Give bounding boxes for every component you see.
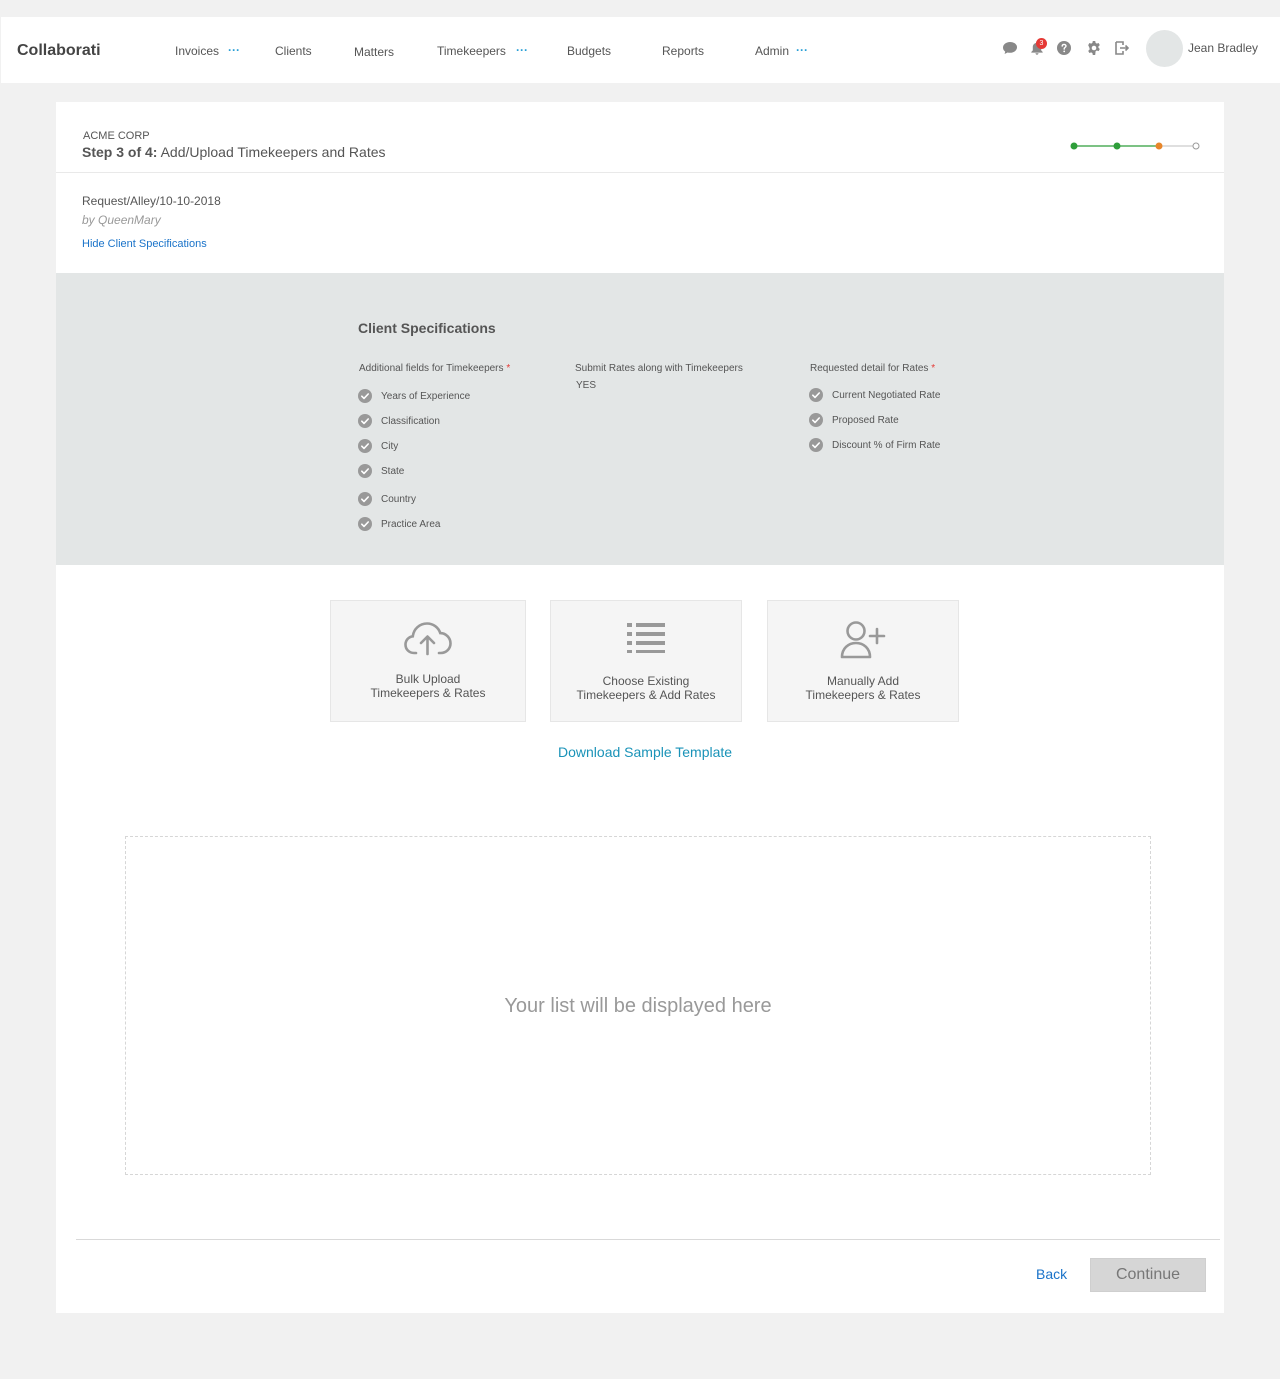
check-icon (358, 414, 372, 428)
choose-existing-tile[interactable]: Choose Existing Timekeepers & Add Rates (550, 600, 742, 722)
nav-reports[interactable]: Reports (662, 44, 704, 58)
request-id: Request/Alley/10-10-2018 (82, 194, 221, 208)
additional-field-item: Classification (358, 414, 440, 428)
check-icon (358, 439, 372, 453)
rate-detail-heading: Requested detail for Rates * (810, 363, 935, 374)
download-template-link[interactable]: Download Sample Template (558, 744, 732, 760)
additional-field-label: Years of Experience (381, 390, 471, 402)
additional-field-item: City (358, 439, 398, 453)
rate-detail-label: Discount % of Firm Rate (832, 439, 941, 451)
header-divider (56, 172, 1224, 173)
avatar[interactable] (1146, 30, 1183, 67)
continue-button[interactable]: Continue (1090, 1258, 1206, 1292)
progress-step-2 (1113, 142, 1121, 150)
manual-add-label-line1: Manually Add (826, 674, 900, 688)
user-plus-icon (840, 621, 886, 659)
rate-detail-item: Discount % of Firm Rate (809, 438, 940, 452)
help-icon[interactable] (1056, 40, 1072, 56)
page-title: Step 3 of 4: Add/Upload Timekeepers and … (82, 144, 386, 160)
check-icon (358, 389, 372, 403)
top-navbar: Collaborati Invoices ··· Clients Matters… (1, 17, 1280, 83)
additional-field-item: State (358, 464, 404, 478)
back-button[interactable]: Back (1036, 1266, 1067, 1282)
nav-timekeepers-more-icon[interactable]: ··· (516, 43, 528, 57)
nav-clients[interactable]: Clients (275, 44, 312, 58)
footer-divider (76, 1239, 1220, 1240)
rate-detail-heading-text: Requested detail for Rates (810, 363, 929, 374)
check-icon (358, 492, 372, 506)
additional-field-item: Years of Experience (358, 389, 470, 403)
nav-admin-more-icon[interactable]: ··· (796, 43, 808, 57)
request-author: by QueenMary (82, 213, 161, 227)
main-card: ACME CORP Step 3 of 4: Add/Upload Timeke… (56, 102, 1224, 1313)
list-placeholder: Your list will be displayed here (504, 995, 772, 1017)
logout-icon[interactable] (1114, 40, 1130, 56)
bulk-upload-label-line1: Bulk Upload (395, 672, 461, 686)
nav-admin[interactable]: Admin (755, 44, 789, 58)
step-progress (1070, 142, 1200, 150)
bulk-upload-label-line2: Timekeepers & Rates (370, 686, 486, 700)
progress-step-4 (1192, 142, 1200, 150)
client-name: ACME CORP (83, 130, 150, 142)
manual-add-label-line2: Timekeepers & Rates (805, 688, 921, 702)
rate-detail-item: Proposed Rate (809, 413, 899, 427)
submit-rates-value: YES (576, 380, 597, 391)
additional-field-label: State (381, 465, 405, 477)
additional-field-label: Classification (381, 415, 440, 427)
additional-fields-heading-text: Additional fields for Timekeepers (359, 363, 504, 374)
specs-title: Client Specifications (358, 320, 496, 336)
choose-existing-label-line2: Timekeepers & Add Rates (576, 688, 716, 702)
additional-field-label: Practice Area (381, 518, 441, 530)
user-name[interactable]: Jean Bradley (1188, 41, 1258, 55)
nav-matters[interactable]: Matters (354, 45, 394, 59)
choose-existing-label-line1: Choose Existing (602, 674, 690, 688)
progress-step-3 (1155, 142, 1163, 150)
nav-budgets[interactable]: Budgets (567, 44, 611, 58)
step-name: Add/Upload Timekeepers and Rates (160, 144, 386, 160)
list-icon (627, 623, 665, 653)
gear-icon[interactable] (1086, 40, 1102, 56)
progress-step-1 (1070, 142, 1078, 150)
nav-invoices-more-icon[interactable]: ··· (228, 43, 240, 57)
check-icon (809, 413, 823, 427)
additional-field-label: City (381, 440, 399, 452)
check-icon (358, 464, 372, 478)
rate-detail-label: Current Negotiated Rate (832, 389, 941, 401)
bulk-upload-tile[interactable]: Bulk Upload Timekeepers & Rates (330, 600, 526, 722)
rate-detail-item: Current Negotiated Rate (809, 388, 940, 402)
list-dropzone: Your list will be displayed here (125, 836, 1151, 1175)
nav-invoices[interactable]: Invoices (175, 44, 219, 58)
additional-field-item: Country (358, 492, 416, 506)
manual-add-tile[interactable]: Manually Add Timekeepers & Rates (767, 600, 959, 722)
required-marker: * (931, 363, 936, 374)
additional-field-item: Practice Area (358, 517, 440, 531)
choose-existing-label: Choose Existing Timekeepers & Add Rates (551, 674, 741, 702)
hide-specs-link[interactable]: Hide Client Specifications (82, 238, 207, 250)
notification-badge: 3 (1036, 38, 1047, 49)
client-specifications-panel: Client Specifications Additional fields … (56, 273, 1224, 565)
additional-field-label: Country (381, 493, 417, 505)
step-indicator: Step 3 of 4: (82, 144, 158, 160)
cloud-upload-icon (404, 622, 452, 656)
check-icon (809, 388, 823, 402)
check-icon (809, 438, 823, 452)
chat-icon[interactable] (1002, 40, 1018, 56)
nav-timekeepers[interactable]: Timekeepers (437, 44, 506, 58)
additional-fields-heading: Additional fields for Timekeepers * (359, 363, 510, 374)
rate-detail-label: Proposed Rate (832, 414, 899, 426)
brand-logo[interactable]: Collaborati (17, 42, 101, 60)
bulk-upload-label: Bulk Upload Timekeepers & Rates (331, 672, 525, 700)
submit-rates-heading: Submit Rates along with Timekeepers (575, 363, 743, 374)
required-marker: * (506, 363, 511, 374)
check-icon (358, 517, 372, 531)
manual-add-label: Manually Add Timekeepers & Rates (768, 674, 958, 702)
